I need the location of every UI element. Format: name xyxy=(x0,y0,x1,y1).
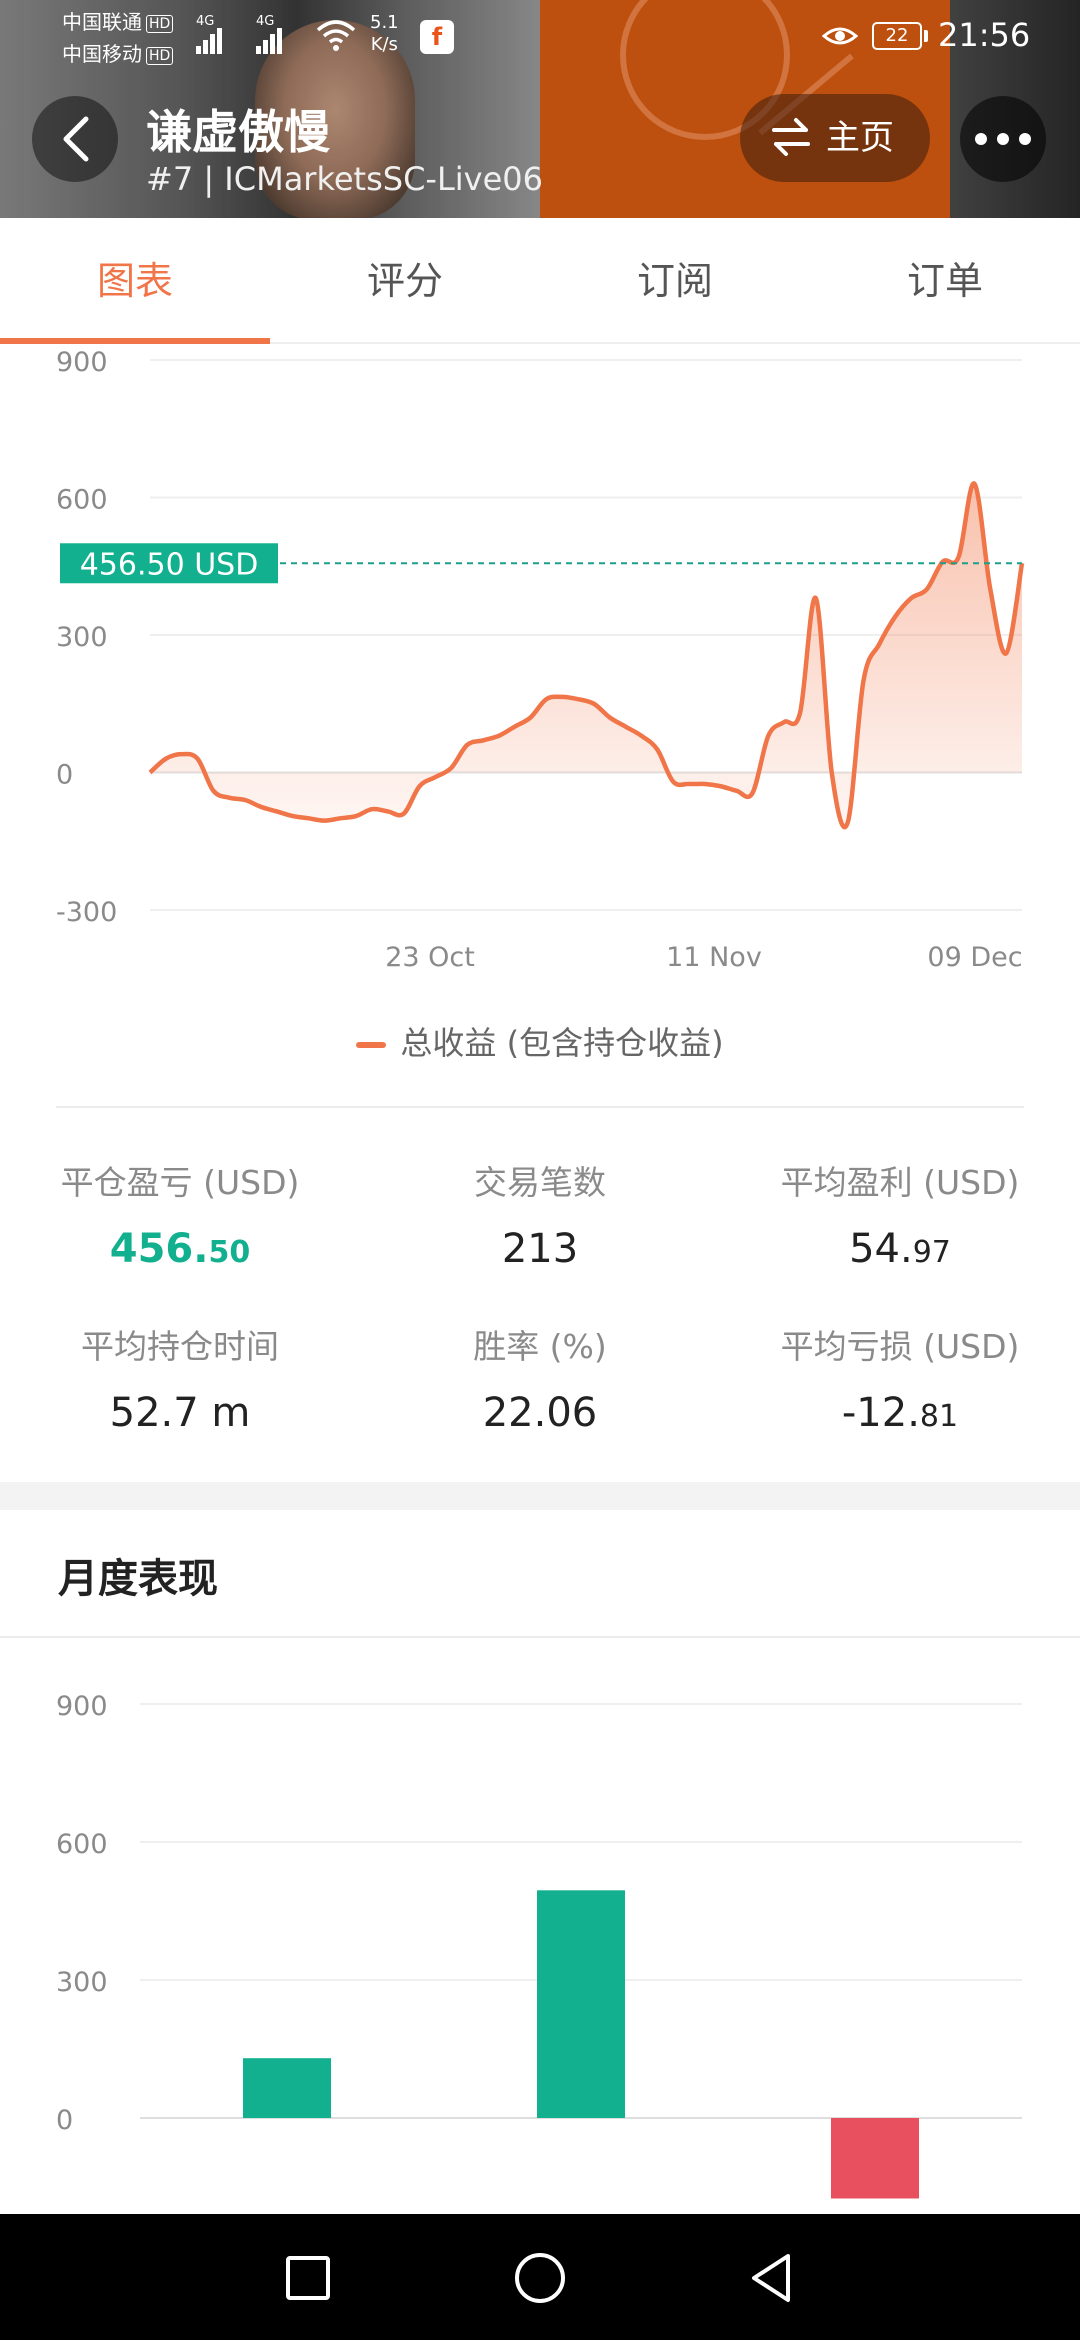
signal-icon: 4G xyxy=(196,14,224,54)
stat-value: 52.7 m xyxy=(0,1390,360,1436)
back-button[interactable] xyxy=(32,96,118,182)
chevron-left-icon xyxy=(63,116,89,162)
tab-bar: 图表 评分 订阅 订单 xyxy=(0,218,1080,344)
x-tick-label: 23 Oct xyxy=(385,942,475,973)
stat-value: 213 xyxy=(360,1226,720,1272)
more-dot xyxy=(1019,133,1031,145)
stat-label: 平仓盈亏 (USD) xyxy=(60,1163,300,1202)
legend-label: 总收益 (包含持仓收益) xyxy=(400,1024,724,1062)
stat-value-int: 52.7 m xyxy=(109,1390,251,1436)
carrier-1-name: 中国联通 xyxy=(62,10,142,34)
more-dot xyxy=(975,133,987,145)
home-button[interactable]: 主页 xyxy=(740,94,930,182)
carrier-1: 中国联通 HD xyxy=(62,8,174,36)
status-time: 21:56 xyxy=(938,16,1031,54)
section-separator xyxy=(0,1482,1080,1510)
stat-value-int: 54. xyxy=(849,1226,913,1272)
home-button-label: 主页 xyxy=(826,118,894,158)
chart-legend: 总收益 (包含持仓收益) xyxy=(0,1018,1080,1064)
legend-swatch xyxy=(356,1042,387,1048)
monthly-performance-title: 月度表现 xyxy=(58,1556,218,1602)
profile-account: #7 | ICMarketsSC-Live06 xyxy=(146,160,544,198)
app-notification-icon: f xyxy=(420,20,454,54)
stat-value-dec: 81 xyxy=(919,1399,959,1434)
stat-label: 平均亏损 (USD) xyxy=(780,1327,1020,1366)
divider xyxy=(0,1636,1080,1638)
app-root: 中国联通 HD 中国移动 HD 4G 4G 5.1 K/s f 22 21:56… xyxy=(0,0,1080,2340)
more-dot xyxy=(997,133,1009,145)
y-tick-label: 300 xyxy=(56,1967,108,1998)
stat-average-loss: 平均亏损 (USD) -12.81 xyxy=(720,1320,1080,1436)
battery-level: 22 xyxy=(885,25,909,46)
stat-value-int: -12. xyxy=(841,1390,920,1436)
battery-tip xyxy=(924,30,928,42)
stat-label: 平均持仓时间 xyxy=(81,1327,279,1366)
back-nav-button[interactable] xyxy=(744,2250,800,2306)
series-area xyxy=(150,483,1022,828)
carrier-2-name: 中国移动 xyxy=(62,42,142,66)
bar xyxy=(537,1890,625,2118)
stat-average-profit: 平均盈利 (USD) 54.97 xyxy=(720,1156,1080,1272)
y-tick-label: 300 xyxy=(56,622,108,653)
profile-name: 谦虚傲慢 xyxy=(146,105,330,159)
home-nav-button[interactable] xyxy=(512,2250,568,2306)
net-speed-unit: K/s xyxy=(370,34,398,55)
more-button[interactable] xyxy=(960,96,1046,182)
system-nav-bar xyxy=(0,2214,1080,2340)
stat-value-dec: 50 xyxy=(208,1235,251,1270)
recent-apps-button[interactable] xyxy=(280,2250,336,2306)
y-tick-label: 0 xyxy=(56,760,73,791)
stat-value: 456.50 xyxy=(0,1226,360,1272)
divider xyxy=(56,1106,1024,1108)
bar xyxy=(831,2118,919,2199)
y-tick-label: 0 xyxy=(56,2105,73,2136)
stat-value-dec: 97 xyxy=(912,1235,951,1270)
stat-value: 22.06 xyxy=(360,1390,720,1436)
stat-trade-count: 交易笔数 213 xyxy=(360,1156,720,1272)
stat-value: -12.81 xyxy=(720,1390,1080,1436)
stat-label: 胜率 (%) xyxy=(473,1327,607,1366)
y-tick-label: 900 xyxy=(56,1691,108,1722)
hd-badge: HD xyxy=(146,14,174,33)
stat-value-int: 456. xyxy=(109,1226,209,1272)
net-speed-value: 5.1 xyxy=(370,12,399,33)
y-tick-label: 600 xyxy=(56,485,108,516)
hd-badge: HD xyxy=(146,46,174,65)
status-bar: 中国联通 HD 中国移动 HD 4G 4G 5.1 K/s f 22 21:56 xyxy=(0,0,1080,72)
carrier-2: 中国移动 HD xyxy=(62,40,174,68)
tab-chart[interactable]: 图表 xyxy=(0,218,270,344)
tab-rating[interactable]: 评分 xyxy=(270,218,540,344)
swap-icon xyxy=(772,118,810,156)
net-type-label: 4G xyxy=(196,14,215,29)
stat-value-int: 22.06 xyxy=(482,1390,598,1436)
bar xyxy=(243,2058,331,2118)
tab-subscription[interactable]: 订阅 xyxy=(540,218,810,344)
y-tick-label: -300 xyxy=(56,897,117,928)
x-tick-label: 09 Dec xyxy=(927,942,1022,973)
y-tick-label: 900 xyxy=(56,347,108,378)
tab-orders[interactable]: 订单 xyxy=(810,218,1080,344)
x-tick-label: 11 Nov xyxy=(666,942,762,973)
stat-average-holding-time: 平均持仓时间 52.7 m xyxy=(0,1320,360,1436)
eye-comfort-icon xyxy=(822,27,858,45)
current-value-label: 456.50 USD xyxy=(80,547,259,582)
wifi-icon xyxy=(316,20,356,51)
stat-closed-pnl: 平仓盈亏 (USD) 456.50 xyxy=(0,1156,360,1272)
stat-label: 平均盈利 (USD) xyxy=(780,1163,1020,1202)
net-type-label: 4G xyxy=(256,14,275,29)
net-speed: 5.1 K/s xyxy=(370,12,399,56)
stat-win-rate: 胜率 (%) 22.06 xyxy=(360,1320,720,1436)
stat-value-int: 213 xyxy=(501,1226,579,1272)
battery-icon: 22 xyxy=(872,22,922,50)
stat-value: 54.97 xyxy=(720,1226,1080,1272)
signal-icon: 4G xyxy=(256,14,284,54)
profile-header: 中国联通 HD 中国移动 HD 4G 4G 5.1 K/s f 22 21:56… xyxy=(0,0,1080,218)
y-tick-label: 600 xyxy=(56,1829,108,1860)
monthly-bar-chart[interactable]: 900 600 300 0 xyxy=(0,1640,1080,2215)
stat-label: 交易笔数 xyxy=(474,1163,606,1202)
equity-chart[interactable]: 900 600 300 0 -300 23 Oct 11 Nov 09 Dec 456.50 U… xyxy=(0,344,1080,1064)
